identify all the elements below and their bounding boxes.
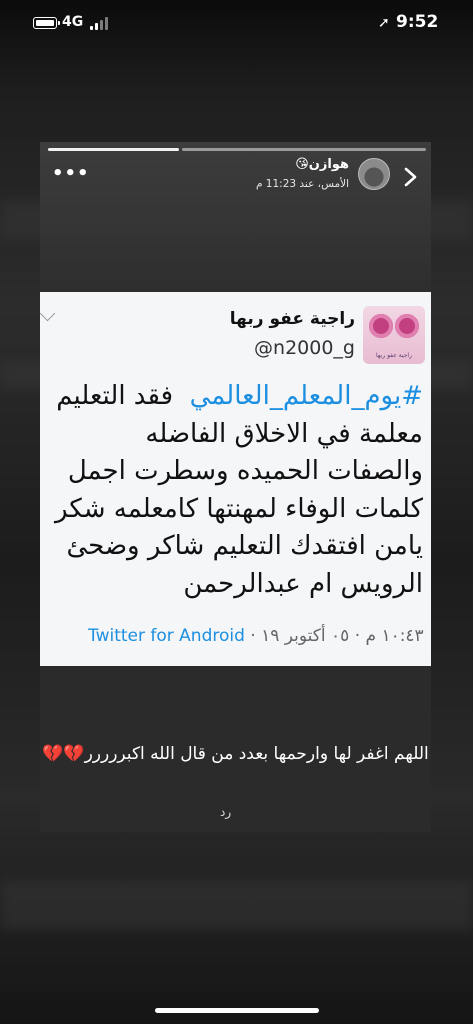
caption-text: اللهم اغفر لها وارحمها بعدد من قال الله … (84, 744, 429, 764)
tweet-handle: @n2000_g (254, 337, 355, 359)
chevron-right-icon[interactable] (400, 166, 422, 188)
tweet-text: فقد التعليم معلمة في الاخلاق الفاضله وال… (55, 381, 423, 599)
broken-heart-icon: 💔💔 (42, 744, 85, 764)
tweet-hashtag: #يوم_المعلم_العالمي (189, 381, 423, 411)
clock: 9:52 (396, 12, 439, 32)
tweet-body: #يوم_المعلم_العالمي فقد التعليم معلمة في… (50, 378, 423, 603)
battery-icon (33, 17, 60, 29)
chevron-down-icon (39, 305, 56, 322)
background-band (0, 880, 473, 930)
story-username[interactable]: هوازن😘 (295, 157, 349, 172)
story-progress-segment (182, 148, 426, 151)
tweet-image: راجية عفو ربها راجية عفو ربها @n2000_g #… (39, 292, 431, 666)
tweet-display-name: راجية عفو ربها (229, 309, 355, 329)
more-options-button[interactable]: ••• (52, 163, 90, 184)
story-caption: اللهم اغفر لها وارحمها بعدد من قال الله … (40, 742, 431, 766)
status-bar: 4G ➚ 9:52 (0, 0, 473, 52)
profile-logo: راجية عفو ربها (363, 306, 425, 364)
story-progress-segment (48, 148, 179, 151)
location-arrow-icon: ➚ (378, 15, 390, 31)
avatar[interactable] (358, 158, 390, 190)
story-posted-time: الأمس، عند 11:23 م (255, 178, 349, 190)
signal-icon (90, 16, 110, 30)
logo-text: راجية عفو ربها (376, 352, 412, 359)
tweet-timestamp: ١٠:٤٣ م · ٠٥ أكتوبر ١٩ · (244, 626, 424, 646)
tweet-source: Twitter for Android (88, 626, 245, 646)
reply-button[interactable]: رد (220, 805, 231, 819)
tweet-meta: ١٠:٤٣ م · ٠٥ أكتوبر ١٩ · Twitter for And… (88, 626, 424, 646)
network-type: 4G (62, 14, 84, 30)
home-indicator[interactable] (155, 1008, 319, 1013)
